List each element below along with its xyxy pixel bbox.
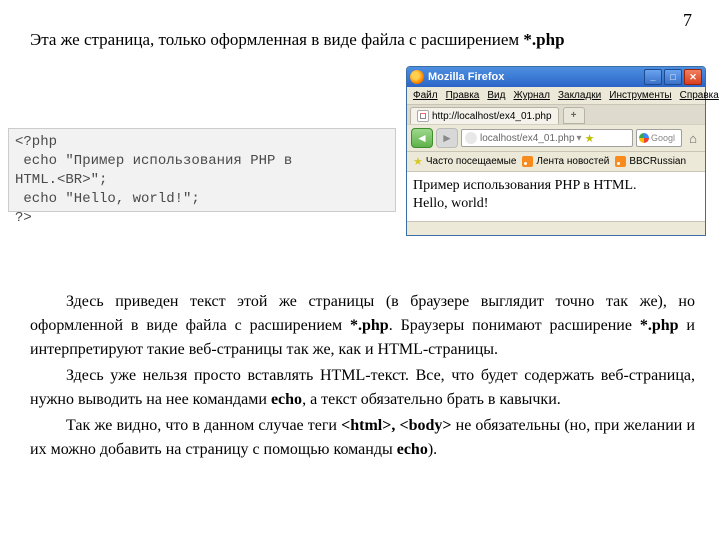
status-bar <box>407 221 705 235</box>
heading-ext: *.php <box>523 30 564 49</box>
tab-label: http://localhost/ex4_01.php <box>432 111 552 122</box>
rss-icon <box>522 156 533 167</box>
address-bar-row: ◄ ► localhost/ex4_01.php ▾ ★ Googl ⌂ <box>407 124 705 152</box>
menu-bar: Файл Правка Вид Журнал Закладки Инструме… <box>407 87 705 105</box>
url-dropdown-icon[interactable]: ▾ <box>577 133 582 144</box>
paragraph-3: Так же видно, что в данном случае теги <… <box>30 414 695 462</box>
body-text: Здесь приведен текст этой же страницы (в… <box>30 290 695 464</box>
minimize-button[interactable]: _ <box>644 69 662 85</box>
bold-ext: *.php <box>350 317 389 334</box>
bold-html-tag: <html>, <box>341 417 395 434</box>
heading-text: Эта же страница, только оформленная в ви… <box>30 30 523 49</box>
bookmark-label: BBCRussian <box>629 156 686 167</box>
search-placeholder: Googl <box>651 133 675 143</box>
menu-tools[interactable]: Инструменты <box>609 90 671 101</box>
google-icon <box>639 133 649 143</box>
url-input[interactable]: localhost/ex4_01.php ▾ ★ <box>461 129 633 147</box>
rendered-line-2: Hello, world! <box>413 195 699 213</box>
bookmark-most-visited[interactable]: ★ Часто посещаемые <box>413 155 516 168</box>
menu-view[interactable]: Вид <box>487 90 505 101</box>
php-code-block: <?php echo "Пример использования PHP в H… <box>8 128 396 212</box>
bookmark-news-feed[interactable]: Лента новостей <box>522 156 609 167</box>
menu-file[interactable]: Файл <box>413 90 438 101</box>
bookmark-label: Лента новостей <box>536 156 609 167</box>
favicon-icon <box>417 110 429 122</box>
bold-ext: *.php <box>640 317 679 334</box>
menu-edit[interactable]: Правка <box>446 90 480 101</box>
titlebar: Mozilla Firefox _ □ ✕ <box>407 67 705 87</box>
rss-icon <box>615 156 626 167</box>
bookmark-label: Часто посещаемые <box>426 156 517 167</box>
page-number: 7 <box>683 10 692 31</box>
text: , а текст обязательно брать в кавычки. <box>302 391 561 408</box>
heading: Эта же страница, только оформленная в ви… <box>30 30 565 50</box>
page-content: Пример использования PHP в HTML. Hello, … <box>407 172 705 221</box>
maximize-button[interactable]: □ <box>664 69 682 85</box>
text: Так же видно, что в данном случае теги <box>66 417 341 434</box>
new-tab-button[interactable]: + <box>563 107 585 124</box>
menu-bookmarks[interactable]: Закладки <box>558 90 601 101</box>
text: ). <box>428 441 437 458</box>
browser-window: Mozilla Firefox _ □ ✕ Файл Правка Вид Жу… <box>406 66 706 236</box>
site-identity-icon <box>465 132 477 144</box>
tab-bar: http://localhost/ex4_01.php + <box>407 105 705 124</box>
back-button[interactable]: ◄ <box>411 128 433 148</box>
home-button[interactable]: ⌂ <box>685 130 701 146</box>
bold-body-tag: <body> <box>395 417 451 434</box>
bookmarks-toolbar: ★ Часто посещаемые Лента новостей BBCRus… <box>407 152 705 172</box>
bold-echo: echo <box>271 391 302 408</box>
bookmark-star-icon[interactable]: ★ <box>585 132 595 145</box>
window-title: Mozilla Firefox <box>428 71 644 83</box>
text: . Браузеры понимают расширение <box>389 317 640 334</box>
paragraph-2: Здесь уже нельзя просто вставлять HTML-т… <box>30 364 695 412</box>
bookmark-bbc[interactable]: BBCRussian <box>615 156 686 167</box>
firefox-icon <box>410 70 424 84</box>
menu-help[interactable]: Справка <box>680 90 719 101</box>
forward-button[interactable]: ► <box>436 128 458 148</box>
close-button[interactable]: ✕ <box>684 69 702 85</box>
menu-history[interactable]: Журнал <box>513 90 550 101</box>
browser-tab[interactable]: http://localhost/ex4_01.php <box>410 107 559 124</box>
paragraph-1: Здесь приведен текст этой же страницы (в… <box>30 290 695 362</box>
url-text: localhost/ex4_01.php <box>480 133 575 144</box>
search-input[interactable]: Googl <box>636 129 682 147</box>
bold-echo: echo <box>397 441 428 458</box>
rendered-line-1: Пример использования PHP в HTML. <box>413 177 699 195</box>
star-icon: ★ <box>413 155 423 168</box>
